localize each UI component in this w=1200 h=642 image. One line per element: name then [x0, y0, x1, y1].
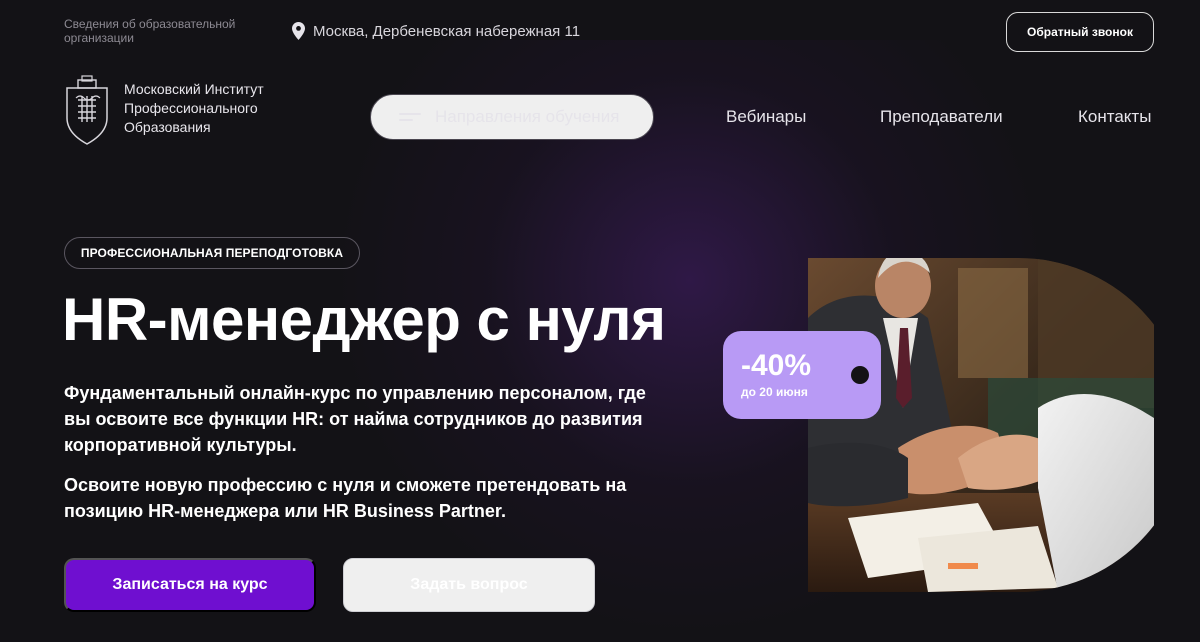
institute-emblem-icon — [66, 75, 108, 145]
menu-icon — [399, 111, 421, 123]
discount-tag: -40% до 20 июня — [723, 331, 881, 419]
hero-description-2: Освоите новую профессию с нуля и сможете… — [64, 475, 627, 521]
top-bar: Сведения об образовательной организации … — [0, 0, 1200, 70]
directions-label: Направления обучения — [435, 107, 620, 126]
organization-info-link[interactable]: Сведения об образовательной организации — [64, 17, 264, 45]
address-text: Москва, Дербеневская набережная 11 — [313, 22, 581, 40]
callback-button[interactable]: Обратный звонок — [1006, 12, 1154, 52]
page-title: HR-менеджер с нуля — [62, 286, 666, 353]
ask-question-button[interactable]: Задать вопрос — [343, 558, 595, 612]
address: Москва, Дербеневская набережная 11 — [292, 22, 580, 40]
nav-webinars[interactable]: Вебинары — [726, 107, 806, 127]
nav-teachers[interactable]: Преподаватели — [880, 107, 1003, 127]
handshake-photo — [808, 258, 1154, 592]
tag-hole — [851, 366, 869, 384]
logo-name: Московский Институт Профессионального Об… — [124, 81, 264, 135]
discount-until: до 20 июня — [741, 385, 808, 399]
location-pin-icon — [292, 22, 305, 40]
nav-contacts[interactable]: Контакты — [1078, 107, 1151, 127]
logo[interactable]: Московский Институт Профессионального Об… — [64, 74, 304, 146]
hero-description-1: Фундаментальный онлайн-курс по управлени… — [64, 383, 646, 455]
directions-menu-button[interactable]: Направления обучения — [370, 94, 654, 140]
enroll-button[interactable]: Записаться на курс — [64, 558, 316, 612]
program-type-badge: ПРОФЕССИОНАЛЬНАЯ ПЕРЕПОДГОТОВКА — [64, 237, 360, 269]
